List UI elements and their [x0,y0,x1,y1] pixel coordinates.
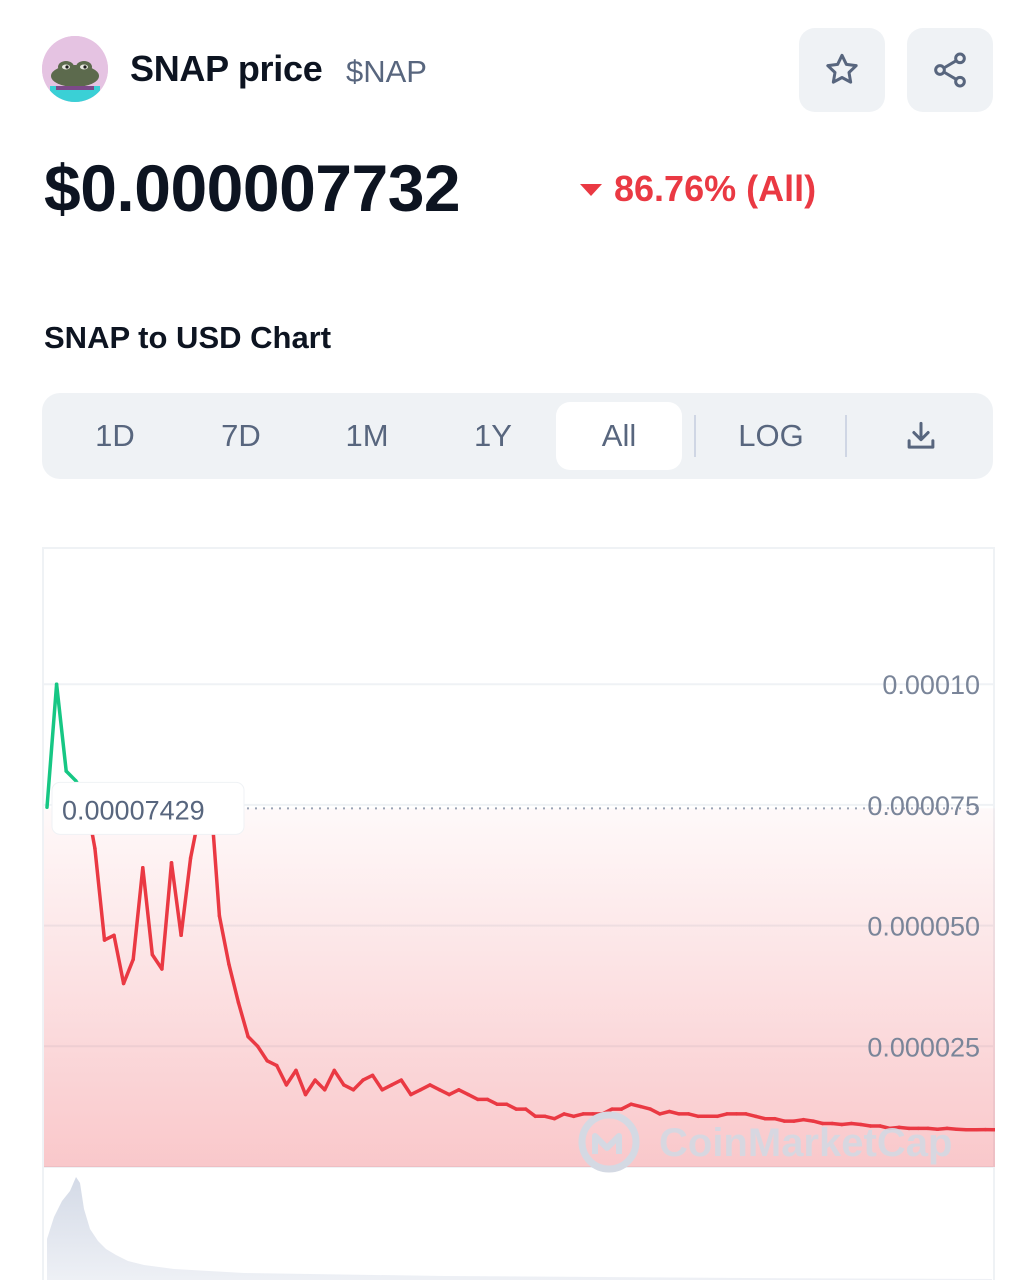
range-1y-button[interactable]: 1Y [438,402,548,470]
range-7d-button[interactable]: 7D [186,402,296,470]
price-change-value: 86.76% (All) [614,168,817,209]
range-divider [694,415,696,457]
coin-header: SNAP price $NAP [42,28,994,116]
share-icon [934,52,966,88]
price-chart[interactable]: 0.00010 0.000075 0.000050 0.000025 0.0000742… [42,547,995,1280]
download-icon [907,421,935,449]
area-fill [44,808,995,1167]
volume-histogram [47,1177,992,1280]
range-divider [845,415,847,457]
y-axis-tick-label: 0.000025 [867,1032,980,1062]
current-price: $0.000007732 [44,151,461,225]
range-all-button[interactable]: All [556,402,682,470]
y-axis-tick-label: 0.000075 [867,791,980,821]
coin-symbol: $NAP [346,54,427,89]
share-button[interactable] [907,28,993,112]
price-chart-svg: 0.00010 0.000075 0.000050 0.000025 0.0000742… [44,670,995,1280]
reference-label: 0.00007429 [62,795,205,825]
price-line-segment [64,769,78,783]
download-chart-button[interactable] [862,402,980,470]
coin-name: SNAP price [130,48,323,89]
chart-title: SNAP to USD Chart [44,320,332,355]
watermark-text: CoinMarketCap [659,1121,952,1165]
price-line-segment [54,682,68,773]
down-triangle-icon [580,184,602,196]
favorite-button[interactable] [799,28,885,112]
price-change: 86.76% (All) [580,168,816,210]
range-1m-button[interactable]: 1M [312,402,422,470]
chart-range-selector: 1D 7D 1M 1Y All LOG [42,393,993,479]
y-axis-tick-label: 0.000050 [867,912,980,942]
frog-avatar-icon [42,36,108,102]
star-icon [826,53,858,84]
y-axis-tick-label: 0.00010 [882,670,980,700]
log-scale-toggle[interactable]: LOG [712,402,830,470]
range-1d-button[interactable]: 1D [60,402,170,470]
